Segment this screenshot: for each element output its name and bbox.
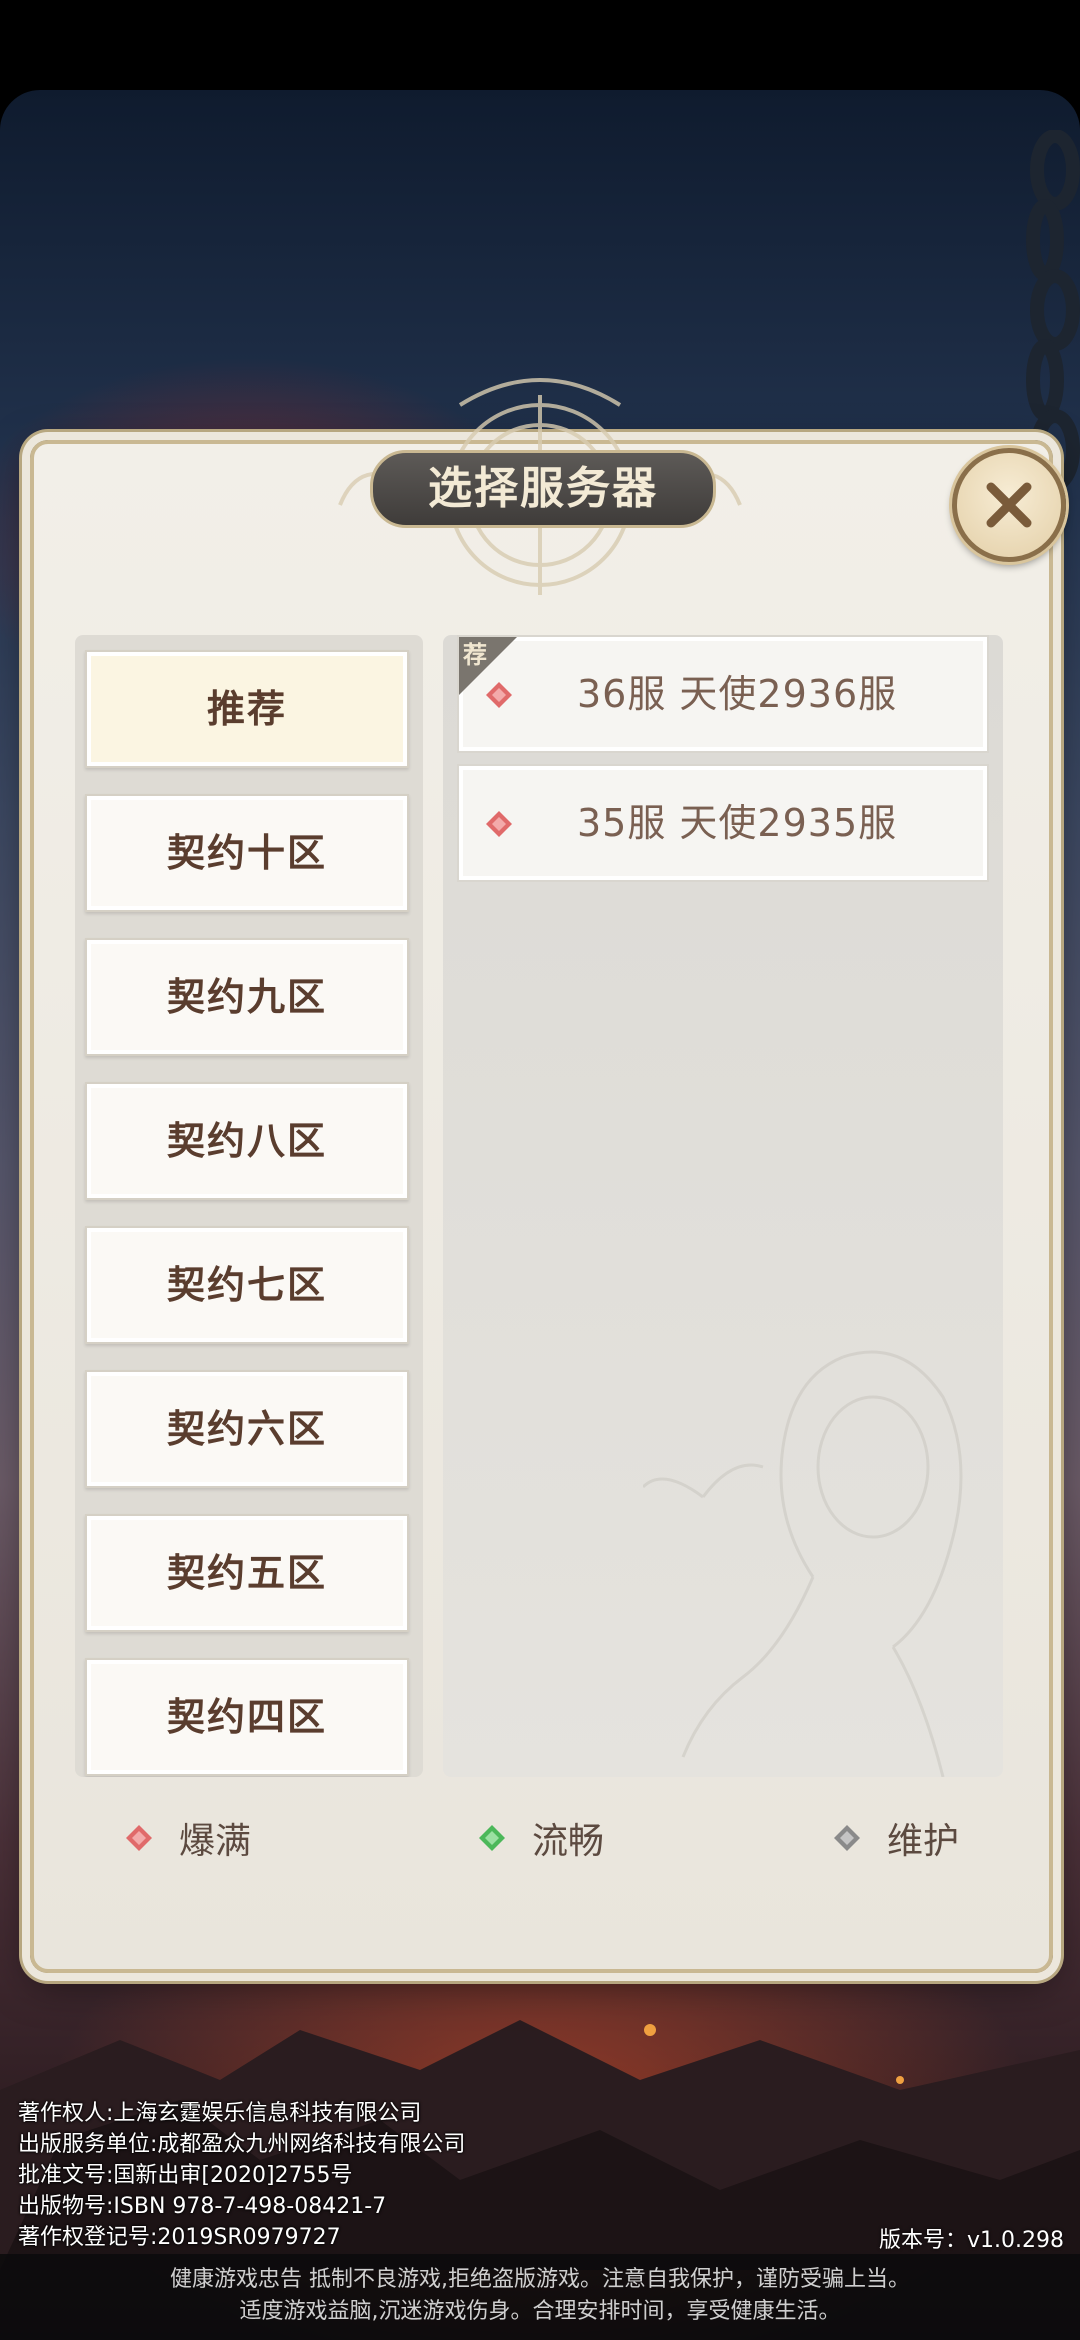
close-icon [986, 482, 1032, 528]
legend-full: 爆满 [125, 1812, 251, 1864]
publisher: 出版服务单位:成都盈众九州网络科技有限公司 [18, 2132, 466, 2157]
approval-number: 批准文号:国新出审[2020]2755号 [18, 2163, 353, 2188]
registration-number: 著作权登记号:2019SR0979727 [18, 2225, 341, 2250]
health-notice-line2: 适度游戏益脑,沉迷游戏伤身。合理安排时间，享受健康生活。 [239, 2299, 841, 2324]
close-button[interactable] [952, 448, 1066, 562]
legend-maintenance-label: 维护 [887, 1821, 960, 1862]
zone-tab-10[interactable]: 契约十区 [85, 794, 409, 912]
zone-tab-8[interactable]: 契约八区 [85, 1082, 409, 1200]
health-notice-line1: 健康游戏忠告 抵制不良游戏,拒绝盗版游戏。注意自我保护，谨防受骗上当。 [170, 2267, 910, 2292]
legend-smooth: 流畅 [478, 1812, 604, 1864]
version-label: 版本号：v1.0.298 [879, 2228, 1064, 2253]
character-illustration [643, 1350, 963, 1777]
status-full-icon [486, 682, 512, 708]
zone-tab-4[interactable]: 契约四区 [85, 1658, 409, 1776]
server-item-35[interactable]: 35服 天使2935服 [457, 764, 989, 882]
zone-list-panel[interactable]: 推荐 契约十区 契约九区 契约八区 契约七区 契约六区 契约五区 契约四区 [75, 635, 423, 1777]
recommended-badge-label: 荐 [463, 640, 487, 669]
dialog-title: 选择服务器 [370, 450, 716, 528]
legend-maintenance: 维护 [833, 1812, 959, 1864]
zone-tab-7[interactable]: 契约七区 [85, 1226, 409, 1344]
status-maintenance-icon [834, 1825, 860, 1851]
health-notice: 健康游戏忠告 抵制不良游戏,拒绝盗版游戏。注意自我保护，谨防受骗上当。 适度游戏… [0, 2254, 1080, 2340]
zone-tab-recommended[interactable]: 推荐 [85, 650, 409, 768]
copyright-owner: 著作权人:上海玄霆娱乐信息科技有限公司 [18, 2101, 422, 2126]
server-list-panel: 荐 36服 天使2936服 35服 天使2935服 [443, 635, 1003, 1777]
server-name: 36服 天使2936服 [577, 672, 898, 716]
copyright-info: 著作权人:上海玄霆娱乐信息科技有限公司 出版服务单位:成都盈众九州网络科技有限公… [18, 2098, 465, 2253]
zone-tab-5[interactable]: 契约五区 [85, 1514, 409, 1632]
isbn: 出版物号:ISBN 978-7-498-08421-7 [18, 2194, 387, 2219]
zone-tab-6[interactable]: 契约六区 [85, 1370, 409, 1488]
status-smooth-icon [479, 1825, 505, 1851]
status-full-icon [126, 1825, 152, 1851]
legend-full-label: 爆满 [179, 1821, 252, 1862]
legend-smooth-label: 流畅 [532, 1821, 605, 1862]
server-name: 35服 天使2935服 [577, 801, 898, 845]
zone-list: 推荐 契约十区 契约九区 契约八区 契约七区 契约六区 契约五区 契约四区 [85, 650, 409, 1777]
server-item-36[interactable]: 荐 36服 天使2936服 [457, 635, 989, 753]
zone-tab-9[interactable]: 契约九区 [85, 938, 409, 1056]
status-full-icon [486, 811, 512, 837]
